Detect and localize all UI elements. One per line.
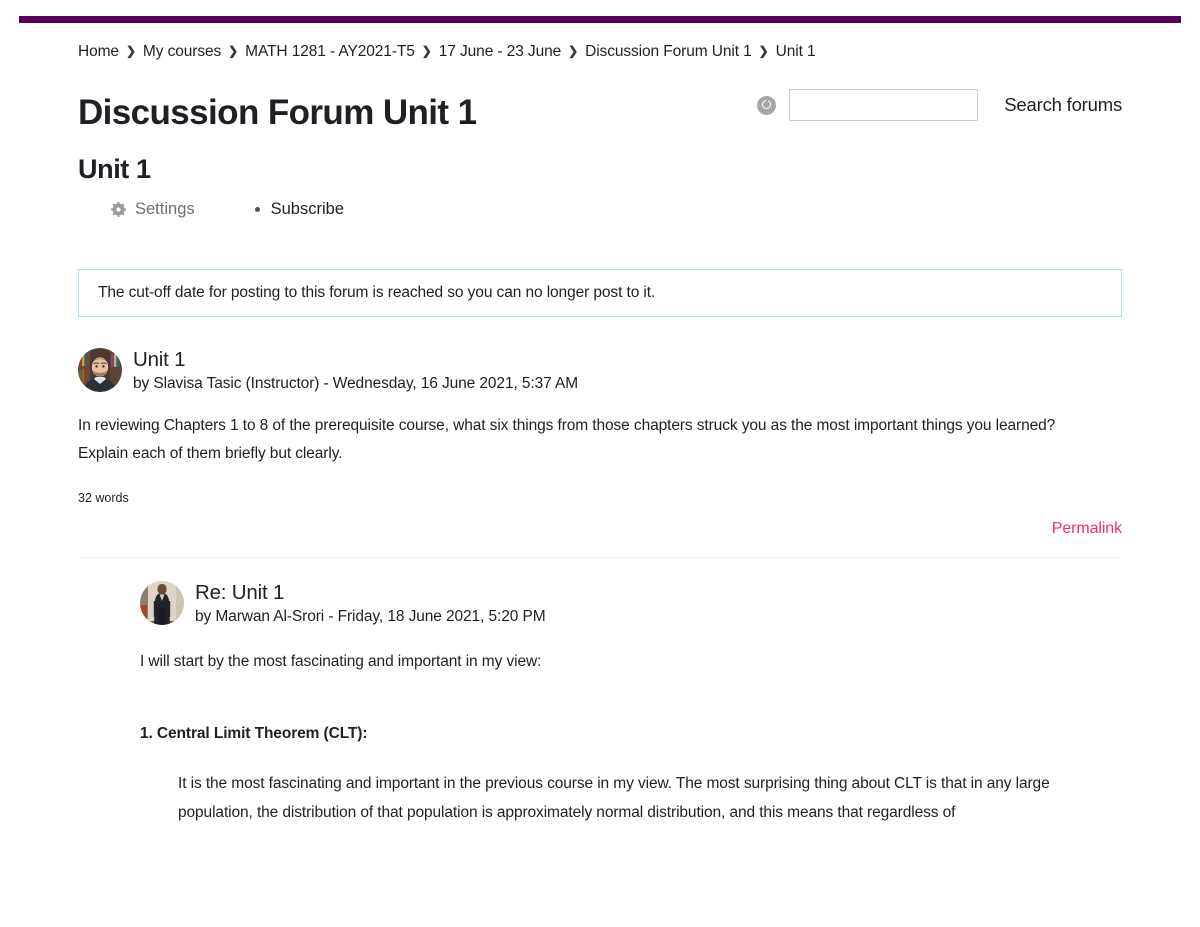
post-word-count: 32 words	[78, 491, 129, 506]
forum-post-root: Unit 1 by Slavisa Tasic (Instructor) - W…	[78, 347, 1122, 559]
breadcrumb-separator-icon: ❯	[758, 44, 769, 58]
reply-header-text: Re: Unit 1 by Marwan Al-Srori - Friday, …	[195, 580, 546, 626]
search-input[interactable]	[789, 89, 979, 121]
post-body-paragraph: In reviewing Chapters 1 to 8 of the prer…	[78, 416, 1056, 463]
breadcrumb-item-course[interactable]: MATH 1281 - AY2021-T5	[245, 43, 415, 61]
breadcrumb-item-current: Unit 1	[775, 43, 816, 60]
reply-lead-paragraph: I will start by the most fascinating and…	[140, 652, 542, 670]
forum-search-row: Search forums	[78, 82, 1122, 128]
settings-link[interactable]: Settings	[111, 200, 195, 219]
breadcrumb: Home ❯ My courses ❯ MATH 1281 - AY2021-T…	[78, 43, 1122, 61]
top-accent-bar-wrapper	[0, 0, 1200, 24]
post-header-text: Unit 1 by Slavisa Tasic (Instructor) - W…	[133, 347, 578, 393]
forum-actions: Settings Subscribe	[78, 200, 1122, 219]
bullet-dot-icon	[254, 207, 260, 213]
settings-label: Settings	[135, 200, 195, 219]
breadcrumb-separator-icon: ❯	[125, 44, 136, 58]
reply-meta: by Marwan Al-Srori - Friday, 18 June 202…	[195, 607, 546, 625]
student-avatar[interactable]	[140, 581, 184, 626]
forum-post-reply: Re: Unit 1 by Marwan Al-Srori - Friday, …	[140, 580, 1122, 828]
help-circle-icon[interactable]	[757, 95, 777, 115]
reply-header: Re: Unit 1 by Marwan Al-Srori - Friday, …	[140, 580, 1122, 626]
breadcrumb-item-week[interactable]: 17 June - 23 June	[439, 43, 562, 61]
post-meta: by Slavisa Tasic (Instructor) - Wednesda…	[133, 374, 579, 392]
breadcrumb-separator-icon: ❯	[568, 44, 579, 58]
instructor-avatar[interactable]	[78, 348, 122, 393]
post-subject[interactable]: Unit 1	[133, 348, 578, 372]
breadcrumb-item-my-courses[interactable]: My courses	[143, 43, 221, 61]
breadcrumb-separator-icon: ❯	[228, 44, 239, 58]
breadcrumb-separator-icon: ❯	[421, 44, 432, 58]
gear-icon	[111, 202, 126, 218]
reply-body: I will start by the most fascinating and…	[140, 648, 1102, 828]
breadcrumb-item-home[interactable]: Home	[78, 43, 119, 61]
post-body: In reviewing Chapters 1 to 8 of the prer…	[78, 412, 1098, 469]
page-container: Home ❯ My courses ❯ MATH 1281 - AY2021-T…	[0, 43, 1200, 828]
breadcrumb-item-forum[interactable]: Discussion Forum Unit 1	[585, 43, 752, 61]
subscribe-label: Subscribe	[270, 200, 344, 219]
cutoff-notice-text: The cut-off date for posting to this for…	[98, 284, 656, 302]
post-divider	[78, 557, 1122, 559]
top-accent-bar	[19, 16, 1181, 23]
subscribe-link[interactable]: Subscribe	[254, 200, 344, 219]
permalink-link[interactable]: Permalink	[1052, 520, 1122, 538]
reply-item-title: 1. Central Limit Theorem (CLT):	[140, 725, 368, 743]
post-command-row: Permalink	[78, 520, 1122, 538]
post-header: Unit 1 by Slavisa Tasic (Instructor) - W…	[78, 347, 1122, 393]
reply-item-text: It is the most fascinating and important…	[178, 775, 1050, 822]
search-forums-label: Search forums	[1004, 94, 1122, 115]
cutoff-notice: The cut-off date for posting to this for…	[78, 269, 1122, 318]
forum-discussion-title: Unit 1	[78, 153, 151, 184]
reply-subject[interactable]: Re: Unit 1	[195, 581, 546, 605]
